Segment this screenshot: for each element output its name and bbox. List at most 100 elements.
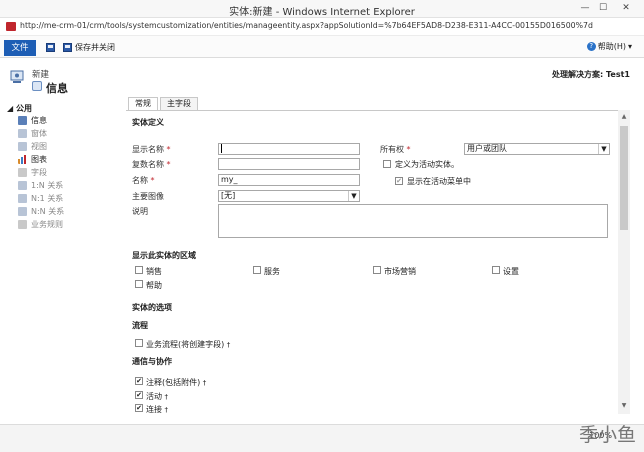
field-icon [18, 167, 27, 177]
sidebar-section-common[interactable]: ◢ 公用 [7, 103, 32, 114]
ribbon: 文件 保存并关闭 ? 帮助(H) ▾ [0, 36, 644, 58]
sidebar-item-label: 字段 [31, 167, 47, 177]
sidebar-item-label: N:N 关系 [31, 206, 65, 216]
show-in-activity-menu-label: 显示在活动菜单中 [407, 177, 471, 186]
save-icon [46, 42, 55, 52]
area-settings-label: 设置 [503, 267, 519, 276]
display-name-input[interactable] [218, 143, 360, 155]
scroll-up-icon[interactable]: ▲ [620, 113, 628, 121]
watermark: 季小鱼 [578, 424, 636, 446]
primary-image-select[interactable]: [无] ▼ [218, 190, 360, 202]
primary-image-label: 主要图像 [132, 192, 164, 201]
relationship-icon [18, 206, 27, 216]
sidebar-item-label: 1:N 关系 [31, 180, 64, 190]
sidebar-item-n1-relationships[interactable]: N:1 关系 [18, 192, 63, 204]
text-cursor [221, 144, 222, 153]
define-as-activity-label: 定义为活动实体。 [395, 160, 459, 169]
area-marketing-checkbox[interactable] [373, 266, 381, 274]
area-service-checkbox[interactable] [253, 266, 261, 274]
ownership-select[interactable]: 用户或团队 ▼ [464, 143, 610, 155]
view-icon [18, 141, 27, 151]
section-areas: 显示此实体的区域 [132, 251, 196, 260]
form-scrollbar[interactable]: ▲ ▼ [618, 110, 630, 414]
window-title: 实体:新建 - Windows Internet Explorer [229, 7, 415, 18]
section-communication: 通信与协作 [132, 357, 172, 366]
area-settings-checkbox[interactable] [492, 266, 500, 274]
address-url[interactable]: http://me-crm-01/crm/tools/systemcustomi… [20, 21, 593, 30]
area-help-checkbox[interactable] [135, 280, 143, 288]
area-sales-checkbox[interactable] [135, 266, 143, 274]
plural-name-input[interactable] [218, 158, 360, 170]
relationship-icon [18, 180, 27, 190]
new-label: 新建 [32, 70, 50, 80]
close-button[interactable]: ✕ [616, 2, 636, 14]
name-label: 名称 * [132, 176, 155, 185]
info-icon [32, 81, 42, 91]
help-button[interactable]: ? 帮助(H) ▾ [586, 41, 632, 52]
tab-general[interactable]: 常规 [128, 97, 158, 110]
sidebar-item-charts[interactable]: 图表 [18, 153, 47, 165]
ownership-label: 所有权 * [380, 145, 411, 154]
sidebar-item-fields[interactable]: 字段 [18, 166, 47, 178]
business-process-checkbox[interactable] [135, 339, 143, 347]
form-icon [18, 128, 27, 138]
section-entity-options: 实体的选项 [132, 303, 172, 312]
show-in-activity-menu-checkbox[interactable]: ✔ [395, 177, 403, 185]
sidebar-item-views[interactable]: 视图 [18, 140, 47, 152]
file-tab[interactable]: 文件 [4, 40, 36, 56]
sidebar-item-label: 视图 [31, 141, 47, 151]
tab-primary-field[interactable]: 主字段 [160, 97, 198, 110]
connections-checkbox[interactable]: ✔ [135, 404, 143, 412]
save-and-close-button[interactable]: 保存并关闭 [63, 41, 115, 53]
notes-checkbox[interactable]: ✔ [135, 377, 143, 385]
sidebar-item-info[interactable]: 信息 [18, 114, 47, 126]
area-help-label: 帮助 [146, 281, 162, 290]
relationship-icon [18, 193, 27, 203]
area-service-label: 服务 [264, 267, 280, 276]
address-bar[interactable]: http://me-crm-01/crm/tools/systemcustomi… [0, 18, 644, 36]
sidebar-item-label: 图表 [31, 154, 47, 164]
form-tabs: 常规 主字段 [128, 97, 200, 110]
define-as-activity-checkbox[interactable] [383, 160, 391, 168]
connections-label: 连接 † [146, 405, 169, 414]
chevron-down-icon: ▼ [598, 144, 609, 154]
status-bar [0, 424, 644, 452]
window-titlebar: 实体:新建 - Windows Internet Explorer — ☐ ✕ [0, 0, 644, 18]
save-close-icon [63, 42, 72, 52]
chevron-down-icon: ▼ [348, 191, 359, 201]
area-marketing-label: 市场营销 [384, 267, 416, 276]
activities-label: 活动 † [146, 392, 169, 401]
sidebar-item-nn-relationships[interactable]: N:N 关系 [18, 205, 64, 217]
name-input[interactable]: my_ [218, 174, 360, 186]
sidebar-item-forms[interactable]: 窗体 [18, 127, 47, 139]
area-sales-label: 销售 [146, 267, 162, 276]
notes-label: 注释(包括附件) † [146, 378, 207, 387]
page-title: 信息 [46, 82, 68, 95]
description-label: 说明 [132, 207, 148, 216]
scroll-down-icon[interactable]: ▼ [620, 402, 628, 410]
save-button[interactable] [46, 41, 55, 53]
scroll-thumb[interactable] [620, 126, 628, 230]
rule-icon [18, 219, 27, 229]
entity-icon [10, 70, 24, 83]
minimize-button[interactable]: — [578, 2, 592, 14]
sidebar-item-business-rules[interactable]: 业务规则 [18, 218, 63, 230]
sidebar-item-label: 窗体 [31, 128, 47, 138]
solution-label: 处理解决方案: Test1 [552, 70, 630, 79]
sidebar-item-1n-relationships[interactable]: 1:N 关系 [18, 179, 63, 191]
section-process: 流程 [132, 321, 148, 330]
maximize-button[interactable]: ☐ [596, 2, 610, 14]
chevron-down-icon: ▾ [627, 42, 632, 51]
help-icon: ? [586, 42, 596, 51]
activities-checkbox[interactable]: ✔ [135, 391, 143, 399]
dynamics-crm-icon [6, 22, 16, 31]
triangle-down-icon: ◢ [7, 104, 14, 113]
form-area [126, 110, 618, 414]
plural-name-label: 复数名称 * [132, 160, 171, 169]
description-textarea[interactable] [218, 204, 608, 238]
display-name-label: 显示名称 * [132, 145, 171, 154]
sidebar-item-label: 业务规则 [31, 219, 63, 229]
chart-icon [18, 154, 26, 164]
primary-image-value: [无] [221, 191, 236, 200]
sidebar-item-label: 信息 [31, 115, 47, 125]
